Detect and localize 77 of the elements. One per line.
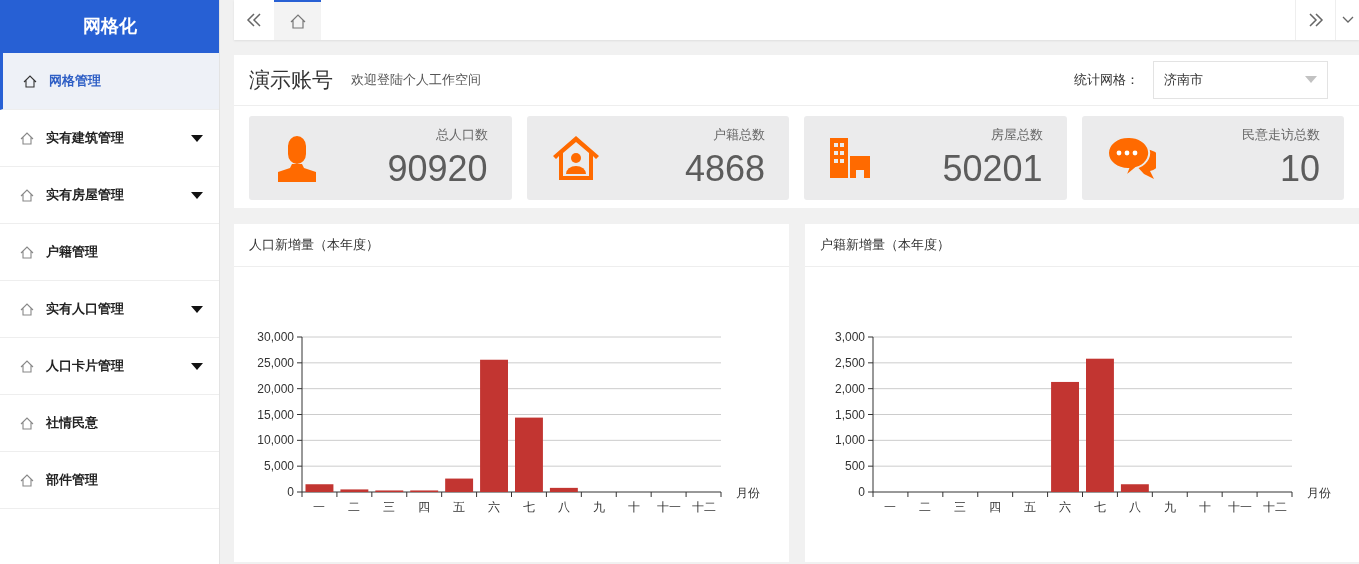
x-tick-label: 九: [592, 500, 605, 514]
stat-label: 总人口数: [435, 126, 488, 145]
y-tick-label: 10,000: [257, 433, 294, 448]
home-icon: [23, 74, 37, 88]
x-axis-label: 月份: [736, 486, 760, 500]
bar: [305, 484, 334, 492]
y-tick-label: 1,500: [834, 407, 865, 422]
y-tick-label: 3,000: [834, 330, 865, 344]
stat-value: 4868: [684, 146, 765, 191]
x-tick-label: 五: [1023, 500, 1036, 514]
home-icon: [20, 416, 34, 430]
stat-label: 户籍总数: [713, 126, 765, 145]
double-chevron-right-icon: [1307, 13, 1324, 27]
x-tick-label: 五: [453, 500, 466, 514]
y-tick-label: 5,000: [263, 459, 294, 474]
x-tick-label: 十二: [691, 500, 716, 514]
x-tick-label: 十: [627, 500, 640, 514]
grid-label: 统计网格：: [1074, 71, 1139, 90]
home-icon: [20, 359, 34, 373]
chevron-down-icon: [1341, 16, 1354, 24]
chart-title: 户籍新增量（本年度）: [819, 236, 950, 255]
x-tick-label: 十二: [1262, 500, 1287, 514]
x-tick-label: 七: [1093, 500, 1106, 514]
x-tick-label: 二: [918, 500, 931, 514]
welcome-text: 欢迎登陆个人工作空间: [351, 71, 481, 90]
bar: [1120, 484, 1149, 492]
app-title: 网格化: [82, 15, 137, 38]
y-tick-label: 0: [287, 485, 294, 499]
stat-label: 民意走访总数: [1242, 126, 1320, 145]
x-tick-label: 八: [1128, 500, 1141, 514]
x-tick-label: 四: [418, 500, 431, 514]
y-tick-label: 15,000: [257, 407, 294, 422]
caret-icon: [1305, 76, 1317, 84]
home-tab[interactable]: [274, 0, 321, 40]
home-icon: [20, 473, 34, 487]
stat-value: 10: [1279, 146, 1320, 191]
chart-title: 人口新增量（本年度）: [249, 236, 379, 255]
x-tick-label: 六: [1058, 500, 1071, 514]
home-icon: [20, 131, 34, 145]
bar: [340, 489, 369, 492]
x-tick-label: 六: [488, 500, 501, 514]
x-tick-label: 三: [383, 500, 396, 514]
x-tick-label: 二: [348, 500, 361, 514]
double-chevron-left-icon: [246, 13, 262, 27]
x-tick-label: 十: [1198, 500, 1211, 514]
x-tick-label: 一: [313, 500, 326, 514]
bar: [445, 478, 474, 492]
y-tick-label: 0: [857, 485, 865, 499]
building-icon: [828, 136, 872, 180]
home-icon: [20, 188, 34, 202]
stat-value: 50201: [942, 146, 1043, 191]
y-tick-label: 20,000: [257, 381, 294, 396]
x-axis-label: 月份: [1306, 486, 1331, 500]
y-tick-label: 30,000: [257, 330, 294, 344]
account-name: 演示账号: [249, 67, 333, 94]
grid-select[interactable]: 济南市: [1153, 61, 1328, 99]
sidebar-item[interactable]: 网格管理: [0, 53, 219, 110]
y-tick-label: 1,000: [834, 433, 865, 448]
stat-label: 房屋总数: [990, 126, 1043, 145]
x-tick-label: 三: [953, 500, 966, 514]
y-tick-label: 2,500: [834, 355, 865, 370]
home-icon: [20, 245, 34, 259]
x-tick-label: 四: [988, 500, 1001, 514]
x-tick-label: 十一: [1227, 500, 1252, 514]
home-icon: [20, 302, 34, 316]
y-tick-label: 25,000: [257, 355, 294, 370]
y-tick-label: 2,000: [834, 381, 865, 396]
x-tick-label: 七: [522, 500, 535, 514]
x-tick-label: 八: [557, 500, 570, 514]
select-value: 济南市: [1164, 71, 1204, 90]
y-tick-label: 500: [844, 459, 865, 474]
x-tick-label: 十一: [656, 500, 681, 514]
x-tick-label: 九: [1163, 500, 1176, 514]
bar: [549, 487, 578, 492]
home-icon: [289, 13, 306, 29]
stat-value: 90920: [387, 146, 488, 191]
x-tick-label: 一: [883, 500, 896, 514]
